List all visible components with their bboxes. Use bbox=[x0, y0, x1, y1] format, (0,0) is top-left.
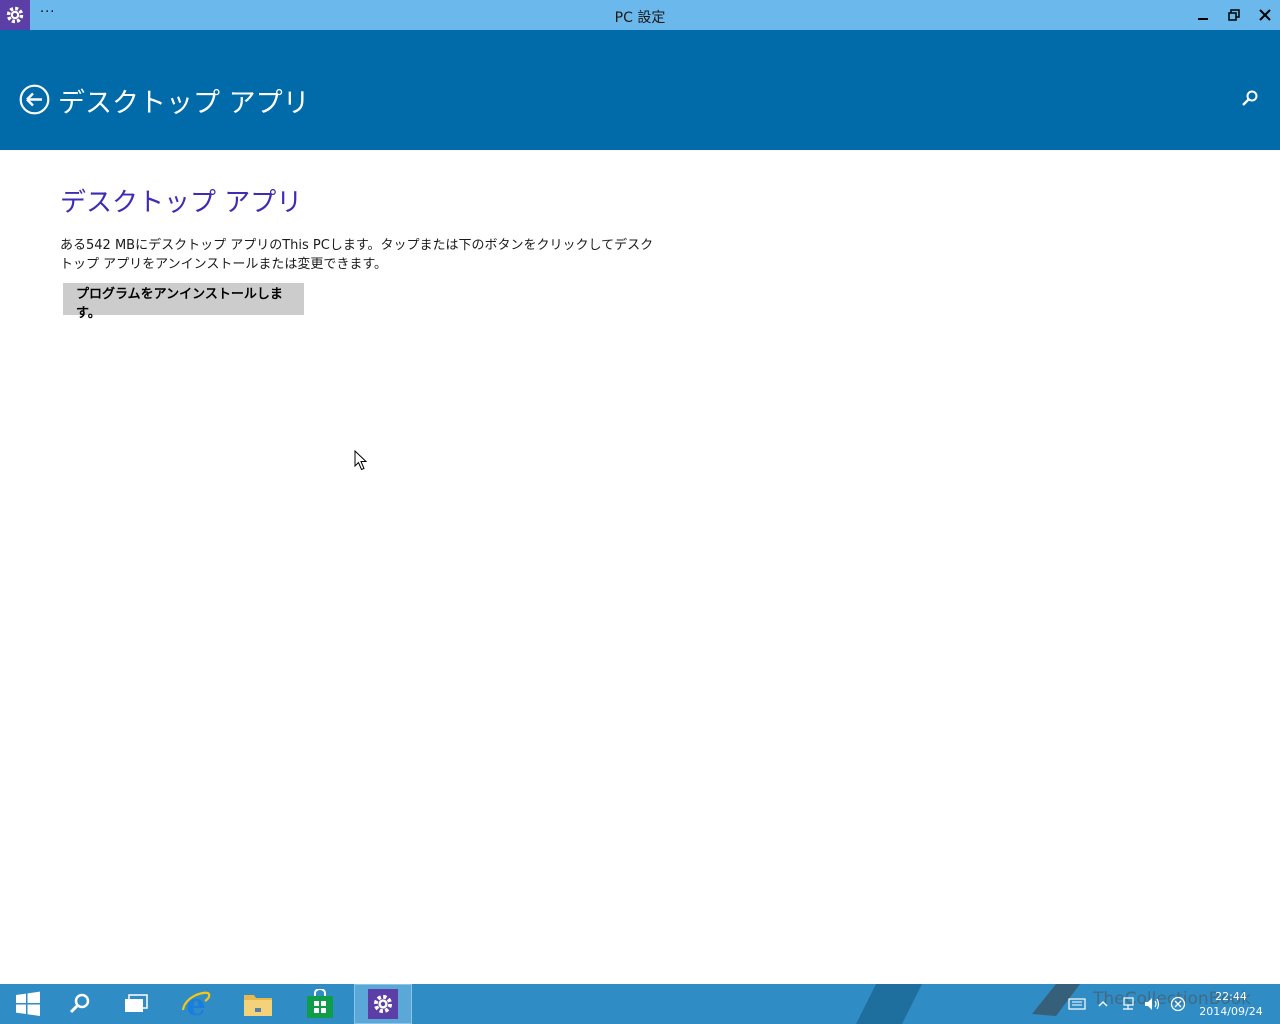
keyboard-icon[interactable] bbox=[1068, 997, 1086, 1011]
restore-button[interactable] bbox=[1219, 0, 1249, 30]
section-title: デスクトップ アプリ bbox=[60, 188, 303, 218]
clock-time: 22:44 bbox=[1215, 990, 1247, 1003]
start-button[interactable] bbox=[0, 984, 56, 1024]
minimize-icon bbox=[1198, 18, 1208, 20]
uninstall-programs-button[interactable]: プログラムをアンインストールします。 bbox=[63, 283, 304, 321]
file-explorer-button[interactable] bbox=[230, 984, 286, 1024]
restore-icon bbox=[1228, 9, 1240, 21]
description-text: ある542 MBにデスクトップ アプリのThis PCします。タップまたは下のボ… bbox=[60, 238, 654, 272]
settings-gear-icon bbox=[368, 989, 398, 1019]
pc-settings-taskbar-button[interactable] bbox=[354, 984, 412, 1024]
show-hidden-icons-chevron-icon[interactable] bbox=[1098, 999, 1108, 1009]
search-icon bbox=[69, 993, 90, 1014]
volume-icon[interactable] bbox=[1144, 997, 1162, 1011]
back-arrow-icon bbox=[19, 84, 50, 115]
minimize-button[interactable] bbox=[1188, 0, 1218, 30]
taskbar-search-button[interactable] bbox=[52, 984, 108, 1024]
internet-explorer-icon: e bbox=[181, 988, 211, 1020]
taskbar: e TheCollectionBook 22:44 2014/09/24 bbox=[0, 984, 1280, 1024]
store-icon bbox=[307, 989, 333, 1018]
back-button[interactable] bbox=[19, 84, 50, 115]
search-icon bbox=[1242, 90, 1258, 106]
notification-error-icon[interactable] bbox=[1170, 996, 1186, 1012]
search-button[interactable] bbox=[1240, 88, 1260, 108]
title-bar: ··· PC 設定 bbox=[0, 0, 1280, 30]
task-view-button[interactable] bbox=[108, 984, 164, 1024]
close-icon bbox=[1259, 9, 1271, 21]
page-header: デスクトップ アプリ bbox=[0, 30, 1280, 150]
folder-icon bbox=[244, 995, 272, 1016]
mouse-cursor-icon bbox=[354, 450, 368, 471]
close-button[interactable] bbox=[1250, 0, 1280, 30]
task-view-icon bbox=[125, 994, 148, 1012]
internet-explorer-button[interactable]: e bbox=[168, 984, 224, 1024]
store-button[interactable] bbox=[292, 984, 348, 1024]
window-title: PC 設定 bbox=[614, 10, 666, 26]
network-icon[interactable] bbox=[1120, 997, 1136, 1011]
windows-logo-icon bbox=[16, 991, 40, 1016]
clock-date: 2014/09/24 bbox=[1199, 1005, 1263, 1018]
header-title: デスクトップ アプリ bbox=[58, 88, 310, 119]
system-tray bbox=[1068, 984, 1186, 1024]
taskbar-decoration bbox=[856, 984, 922, 1024]
taskbar-clock[interactable]: 22:44 2014/09/24 bbox=[1196, 989, 1266, 1019]
